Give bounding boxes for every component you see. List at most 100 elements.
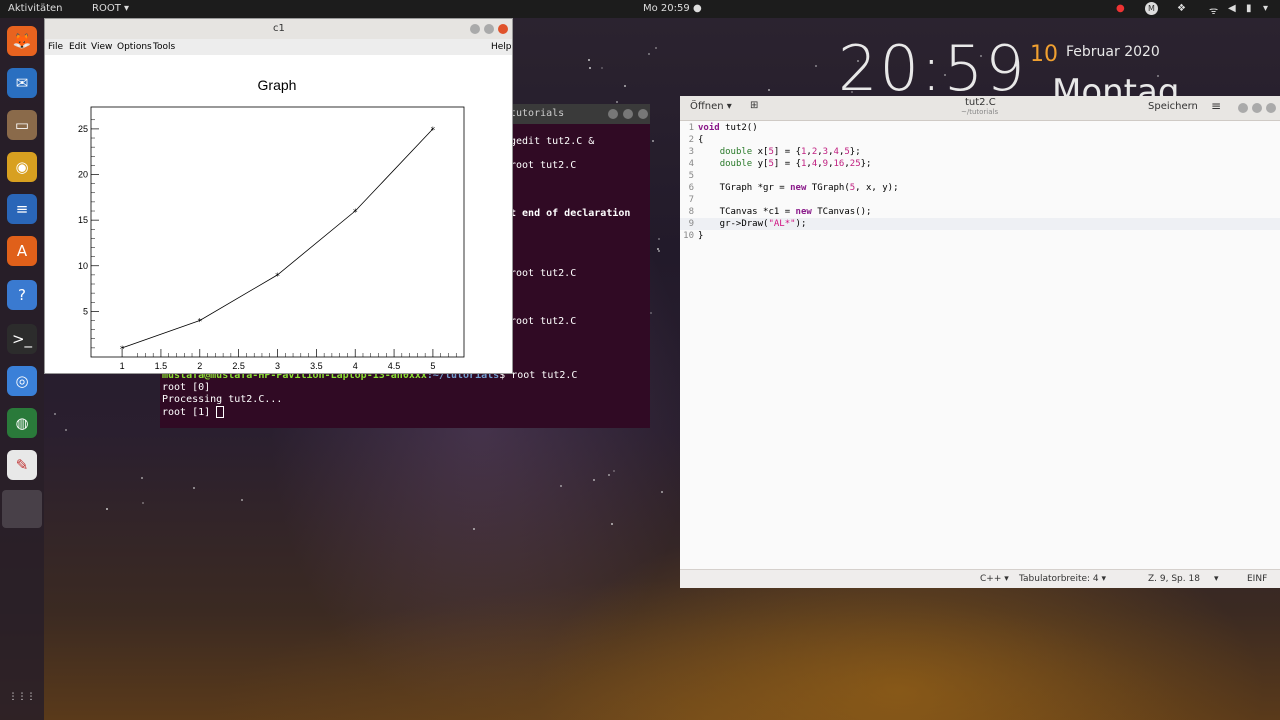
series-line [121,128,434,349]
topbar-time: Mo 20:59 [643,3,690,14]
chromium-icon[interactable]: ◎ [7,366,37,396]
x-tick-label: 4 [353,361,358,371]
new-document-icon[interactable]: ⊞ [750,100,758,111]
globe-icon[interactable]: ◍ [7,408,37,438]
software-icon[interactable]: A [7,236,37,266]
close-button[interactable] [498,24,508,34]
code-line: 10} [683,231,704,241]
data-point-marker: * [198,318,203,328]
y-tick-label: 10 [78,261,88,271]
hamburger-menu-icon[interactable]: ≡ [1211,99,1221,113]
volume-icon[interactable]: ◀ [1228,3,1236,14]
top-bar: Aktivitäten ROOT ▾ Mo 20:59 ● ● M ❖ ᯤ ◀ … [0,0,1280,18]
maximize-button[interactable] [1252,103,1262,113]
dock: 🦊 ✉ ▭ ◉ ≡ A? >_ ◎ ◍ ✎ ⋮⋮⋮ [0,18,44,720]
app-menu-button[interactable]: ROOT ▾ [92,3,129,14]
canvas-title: c1 [273,23,285,34]
record-icon[interactable]: ● [1116,3,1125,14]
menu-view[interactable]: View [91,42,112,52]
canvas-menubar: File Edit View Options Tools Help [45,39,512,55]
root-canvas-window[interactable]: c1 File Edit View Options Tools Help Gra… [44,18,513,374]
chevron-down-icon: ▾ [1214,574,1219,584]
y-tick-label: 20 [78,170,88,180]
code-line: 2{ [688,135,704,145]
gedit-statusbar: C++ ▾ Tabulatorbreite: 4 ▾ Z. 9, Sp. 18 … [680,569,1280,588]
close-button[interactable] [638,109,648,119]
tab-width-label: Tabulatorbreite: 4 [1019,574,1099,584]
menu-edit[interactable]: Edit [69,42,86,52]
clock-button[interactable]: Mo 20:59 ● [643,3,702,14]
terminal-output: root [0] [162,382,211,393]
writer-icon[interactable]: ≡ [7,194,37,224]
y-tick-label: 15 [78,215,88,225]
language-selector[interactable]: C++ ▾ [980,574,1009,584]
dropbox-icon[interactable]: ❖ [1177,3,1186,14]
maximize-button[interactable] [623,109,633,119]
code-line: 8 TCanvas *c1 = new TCanvas(); [688,207,872,217]
code-line: 6 TGraph *gr = new TGraph(5, x, y); [688,183,899,193]
desktop-clock-widget: 20:59 10 Februar 2020 Montag [838,32,1179,112]
data-point-marker: * [353,208,358,218]
menu-file[interactable]: File [48,42,63,52]
menu-options[interactable]: Options [117,42,152,52]
app-menu-label: ROOT [92,3,121,14]
cursor [216,406,225,418]
maximize-button[interactable] [484,24,494,34]
gedit-headerbar: Öffnen ▾ ⊞ tut2.C ~/tutorials Speichern … [680,96,1280,121]
terminal-title: tutorials [510,108,565,119]
notification-dot-icon: ● [692,3,702,14]
menu-tools[interactable]: Tools [153,42,175,52]
plot-frame [90,106,465,358]
thunderbird-icon[interactable]: ✉ [7,68,37,98]
terminal-input-line[interactable]: root [1] [162,406,225,418]
clock-time: 20:59 [838,32,1027,105]
insert-mode-label[interactable]: EINF [1247,574,1267,584]
chart-title: Graph [258,77,297,93]
save-button[interactable]: Speichern [1148,101,1198,112]
chevron-down-icon: ▾ [726,101,732,112]
mail-indicator-icon[interactable]: M [1145,2,1158,15]
terminal-output: root tut2.C [510,160,577,171]
terminal-output: root tut2.C [510,268,577,279]
x-tick-label: 3 [275,361,280,371]
tab-width-selector[interactable]: Tabulatorbreite: 4 ▾ [1019,574,1106,584]
gedit-window[interactable]: Öffnen ▾ ⊞ tut2.C ~/tutorials Speichern … [680,96,1280,588]
clock-day: 10 [1030,42,1058,67]
dock-active-slot[interactable] [2,490,42,528]
minimize-button[interactable] [608,109,618,119]
code-editor[interactable]: 1 void tut2() 2{ 3 double x[5] = {1,2,3,4… [680,122,1280,242]
cursor-position-label: Z. 9, Sp. 18 [1148,574,1200,584]
x-tick-label: 5 [430,361,435,371]
terminal-output: Processing tut2.C... [162,394,283,405]
help-icon[interactable]: ? [7,280,37,310]
terminal-prompt: root [1] [162,407,217,418]
terminal-output: root tut2.C [510,316,577,327]
data-point-marker: * [120,345,125,355]
firefox-icon[interactable]: 🦊 [7,26,37,56]
code-line: 4 double y[5] = {1,4,9,16,25}; [688,159,872,169]
activities-button[interactable]: Aktivitäten [8,3,63,14]
graph-plot[interactable]: Graph 1 1.5 2 2.5 3 3.5 4 4.5 5 5 10 15 20 25 * * * * * [45,56,510,372]
minimize-button[interactable] [470,24,480,34]
terminal-output: t end of declaration [510,208,631,219]
rhythmbox-icon[interactable]: ◉ [7,152,37,182]
terminal-output: gedit tut2.C & [510,136,595,147]
canvas-titlebar[interactable]: c1 [45,19,512,39]
menu-help[interactable]: Help [491,42,512,52]
open-button[interactable]: Öffnen ▾ [690,101,732,112]
x-tick-label: 2.5 [232,361,245,371]
files-icon[interactable]: ▭ [7,110,37,140]
chevron-down-icon: ▾ [124,3,130,14]
cursor-position-selector[interactable]: Z. 9, Sp. 18 [1148,574,1200,584]
close-button[interactable] [1266,103,1276,113]
data-point-marker: * [431,126,436,136]
text-editor-icon[interactable]: ✎ [7,450,37,480]
wifi-icon[interactable]: ᯤ [1209,3,1218,17]
minimize-button[interactable] [1238,103,1248,113]
show-apps-icon[interactable]: ⋮⋮⋮ [7,682,37,712]
x-tick-label: 4.5 [388,361,401,371]
terminal-icon[interactable]: >_ [7,324,37,354]
code-line: 1 void tut2() [688,123,758,133]
battery-icon[interactable]: ▮ [1246,3,1252,14]
system-menu-icon[interactable]: ▾ [1263,3,1268,14]
